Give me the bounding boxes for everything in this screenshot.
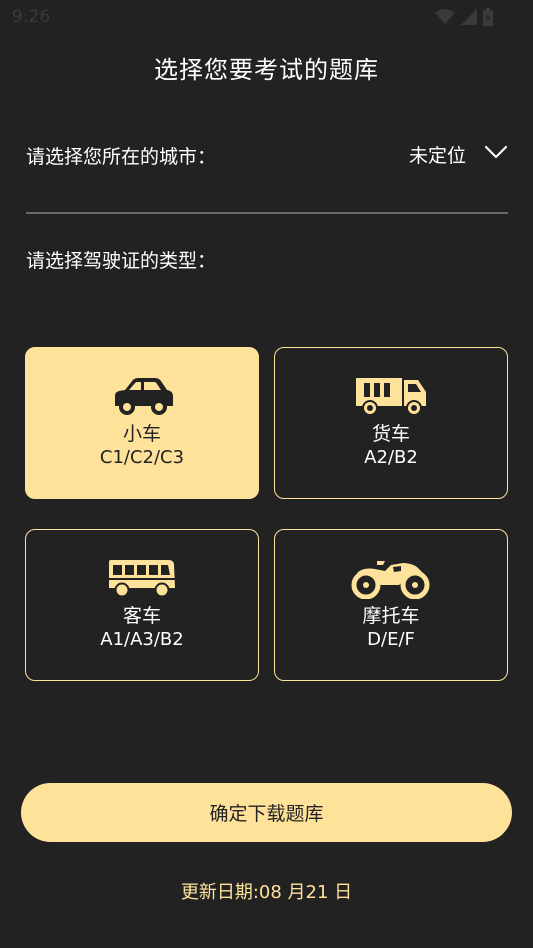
status-time: 9:26 [12,7,51,27]
license-type-label: 请选择驾驶证的类型： [26,250,217,272]
vehicle-license-code: A1/A3/B2 [100,629,184,650]
chevron-down-icon [484,144,508,164]
confirm-download-button[interactable]: 确定下载题库 [21,783,512,842]
city-label: 请选择您所在的城市： [26,146,217,168]
vehicle-card-bus[interactable]: 客车 A1/A3/B2 [25,529,259,681]
signal-icon [461,9,477,25]
vehicle-card-truck[interactable]: 货车 A2/B2 [274,347,508,499]
vehicle-license-code: C1/C2/C3 [99,447,185,468]
city-dropdown[interactable]: 未定位 [409,138,508,170]
truck-icon [354,374,428,418]
city-row: 请选择您所在的城市： 未定位 [26,130,508,214]
battery-icon [483,8,493,26]
vehicle-card-motorcycle[interactable]: 摩托车 D/E/F [274,529,508,681]
wifi-icon [435,9,455,25]
status-icons [435,8,493,26]
car-icon [109,374,175,418]
vehicle-card-car[interactable]: 小车 C1/C2/C3 [25,347,259,499]
bus-icon [107,556,177,600]
status-bar: 9:26 [0,0,533,36]
vehicle-license-code: D/E/F [367,629,415,650]
city-divider [26,212,508,214]
screen: 9:26 选择您要考试的题库 请选择您所在的城市： 未定位 请选择驾驶证的类型： [0,0,533,948]
motorcycle-icon [351,556,431,600]
vehicle-name: 小车 [122,423,161,445]
vehicle-name: 货车 [371,423,410,445]
update-date: 更新日期:08 月21 日 [180,882,353,903]
city-value: 未定位 [408,144,466,167]
page-title: 选择您要考试的题库 [154,56,379,84]
vehicle-name: 客车 [122,605,161,627]
vehicle-name: 摩托车 [362,605,420,627]
vehicle-license-code: A2/B2 [364,447,418,468]
